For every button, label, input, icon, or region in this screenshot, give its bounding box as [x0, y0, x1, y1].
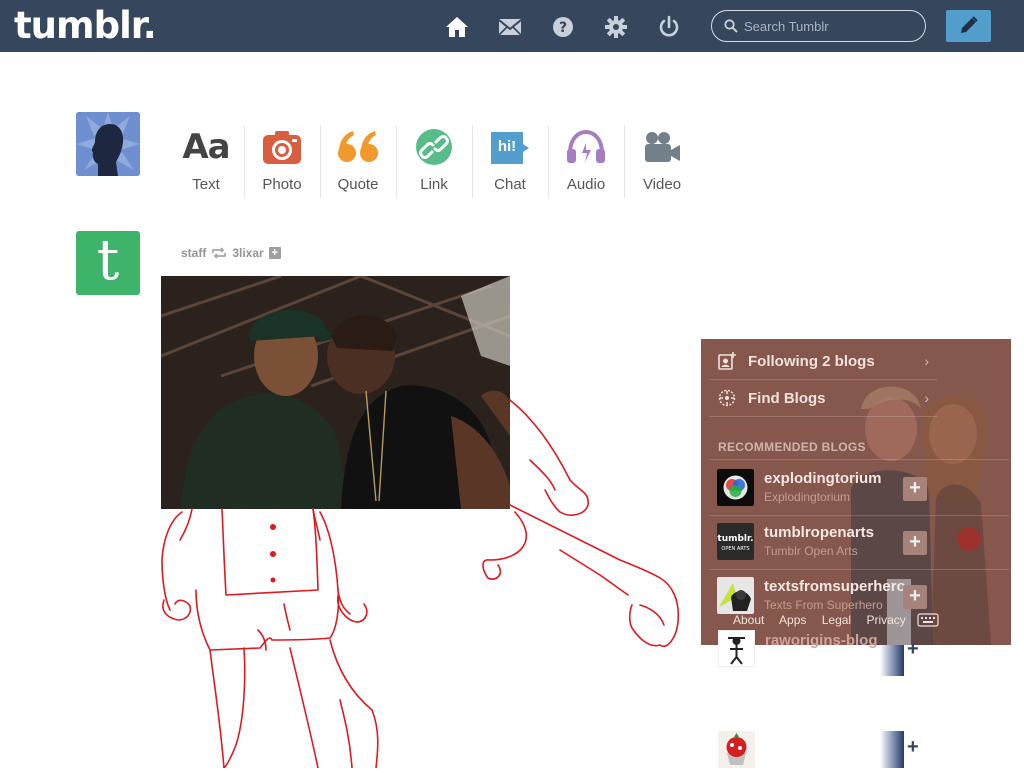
chevron-right-icon: › — [924, 390, 929, 406]
blog-avatar — [717, 577, 754, 614]
follow-blog-button[interactable]: + — [903, 585, 927, 609]
divider — [709, 569, 1009, 570]
chat-glyph: hi! — [497, 137, 517, 155]
footer-link-about[interactable]: About — [733, 613, 764, 627]
help-icon[interactable]: ? — [550, 14, 576, 40]
divider — [709, 515, 1009, 516]
pencil-icon — [961, 16, 978, 33]
blog-avatar: tumblr. OPEN ARTS — [717, 523, 754, 560]
staff-avatar[interactable]: t — [76, 231, 140, 295]
find-blogs-label: Find Blogs — [748, 390, 826, 407]
keyboard-icon[interactable] — [917, 613, 939, 627]
footer-link-apps[interactable]: Apps — [779, 613, 806, 627]
blog-avatar-raworigins[interactable] — [718, 630, 755, 667]
home-icon[interactable] — [444, 14, 470, 40]
post-type-label: Link — [420, 176, 448, 193]
post-type-label: Quote — [337, 176, 379, 193]
tumblr-logo[interactable]: tumblr. — [14, 4, 157, 48]
recommended-blog[interactable]: tumblr. OPEN ARTS tumblropenarts Tumblr O… — [717, 523, 1007, 563]
reblog-source-link[interactable]: 3lixar — [232, 246, 263, 260]
text-icon: Aa — [182, 127, 230, 167]
recommended-blog[interactable]: textsfromsuperhero Texts From Superhero … — [717, 577, 1007, 617]
blog-name: explodingtorium — [764, 470, 882, 487]
top-navigation-bar: tumblr. ? — [0, 0, 1024, 52]
blog-title: Explodingtorium — [764, 490, 851, 504]
post-type-audio[interactable]: Audio — [548, 122, 624, 200]
blog-name: tumblropenarts — [764, 524, 875, 541]
follow-blog-button[interactable]: + — [907, 638, 919, 661]
glitch-strip — [880, 645, 904, 676]
find-blogs-link[interactable]: Find Blogs › — [709, 380, 937, 416]
video-camera-icon — [645, 132, 680, 162]
post-type-text[interactable]: Aa Text — [168, 122, 244, 200]
post-photo[interactable] — [161, 276, 510, 509]
gear-icon[interactable] — [603, 14, 629, 40]
blog-title: Texts From Superhero — [764, 598, 883, 612]
footer-link-privacy[interactable]: Privacy — [866, 613, 905, 627]
post-type-label: Photo — [262, 176, 302, 193]
quote-icon — [338, 131, 378, 162]
post-type-label: Text — [192, 176, 220, 193]
link-icon — [416, 129, 452, 165]
post-type-label: Video — [642, 176, 682, 193]
post-type-chat[interactable]: hi! Chat — [472, 122, 548, 200]
blog-name-raworigins[interactable]: raworigins-blog — [765, 632, 878, 649]
post-type-photo[interactable]: Photo — [244, 122, 320, 200]
following-icon — [718, 352, 736, 370]
post-author-link[interactable]: staff — [181, 246, 206, 260]
recommended-heading: RECOMMENDED BLOGS — [718, 440, 866, 454]
sidebar-panel: Following 2 blogs › Find Blogs › RECOMME… — [701, 339, 1011, 645]
post-type-label: Chat — [494, 176, 526, 193]
power-icon[interactable] — [656, 14, 682, 40]
search-input[interactable] — [744, 16, 914, 36]
blog-avatar — [717, 469, 754, 506]
footer-link-legal[interactable]: Legal — [822, 613, 851, 627]
glitch-strip — [880, 731, 904, 768]
search-icon — [724, 19, 738, 33]
headphones-icon — [567, 129, 605, 163]
blog-title: Tumblr Open Arts — [764, 544, 858, 558]
post-type-quote[interactable]: Quote — [320, 122, 396, 200]
recommended-blog[interactable]: explodingtorium Explodingtorium + — [717, 469, 1007, 509]
following-blogs-link[interactable]: Following 2 blogs › — [709, 343, 937, 379]
search-box — [711, 10, 926, 42]
compass-icon — [718, 389, 736, 407]
following-label: Following 2 blogs — [748, 353, 875, 370]
chevron-right-icon: › — [924, 353, 929, 369]
blog-name: textsfromsuperhero — [764, 578, 906, 595]
follow-blog-button[interactable]: + — [903, 531, 927, 555]
user-avatar[interactable] — [76, 112, 140, 176]
mail-icon[interactable] — [497, 14, 523, 40]
follow-blog-button[interactable]: + — [903, 477, 927, 501]
post-type-video[interactable]: Video — [624, 122, 700, 200]
follow-blog-button[interactable]: + — [907, 736, 919, 759]
footer-links: About Apps Legal Privacy — [733, 613, 918, 627]
camera-icon — [263, 131, 301, 164]
blog-avatar-cupcake[interactable] — [718, 731, 755, 768]
follow-button[interactable]: + — [268, 247, 281, 259]
post-type-label: Audio — [566, 176, 606, 193]
divider — [709, 416, 937, 417]
svg-text:?: ? — [559, 20, 567, 36]
post-header: staff 3lixar + — [181, 246, 281, 260]
staff-avatar-letter: t — [96, 228, 120, 293]
post-type-link[interactable]: Link — [396, 122, 472, 200]
svg-text:OPEN ARTS: OPEN ARTS — [721, 546, 749, 552]
divider — [709, 459, 1009, 460]
svg-text:tumblr.: tumblr. — [717, 534, 753, 544]
compose-button[interactable] — [946, 10, 991, 42]
reblog-icon — [212, 247, 227, 259]
